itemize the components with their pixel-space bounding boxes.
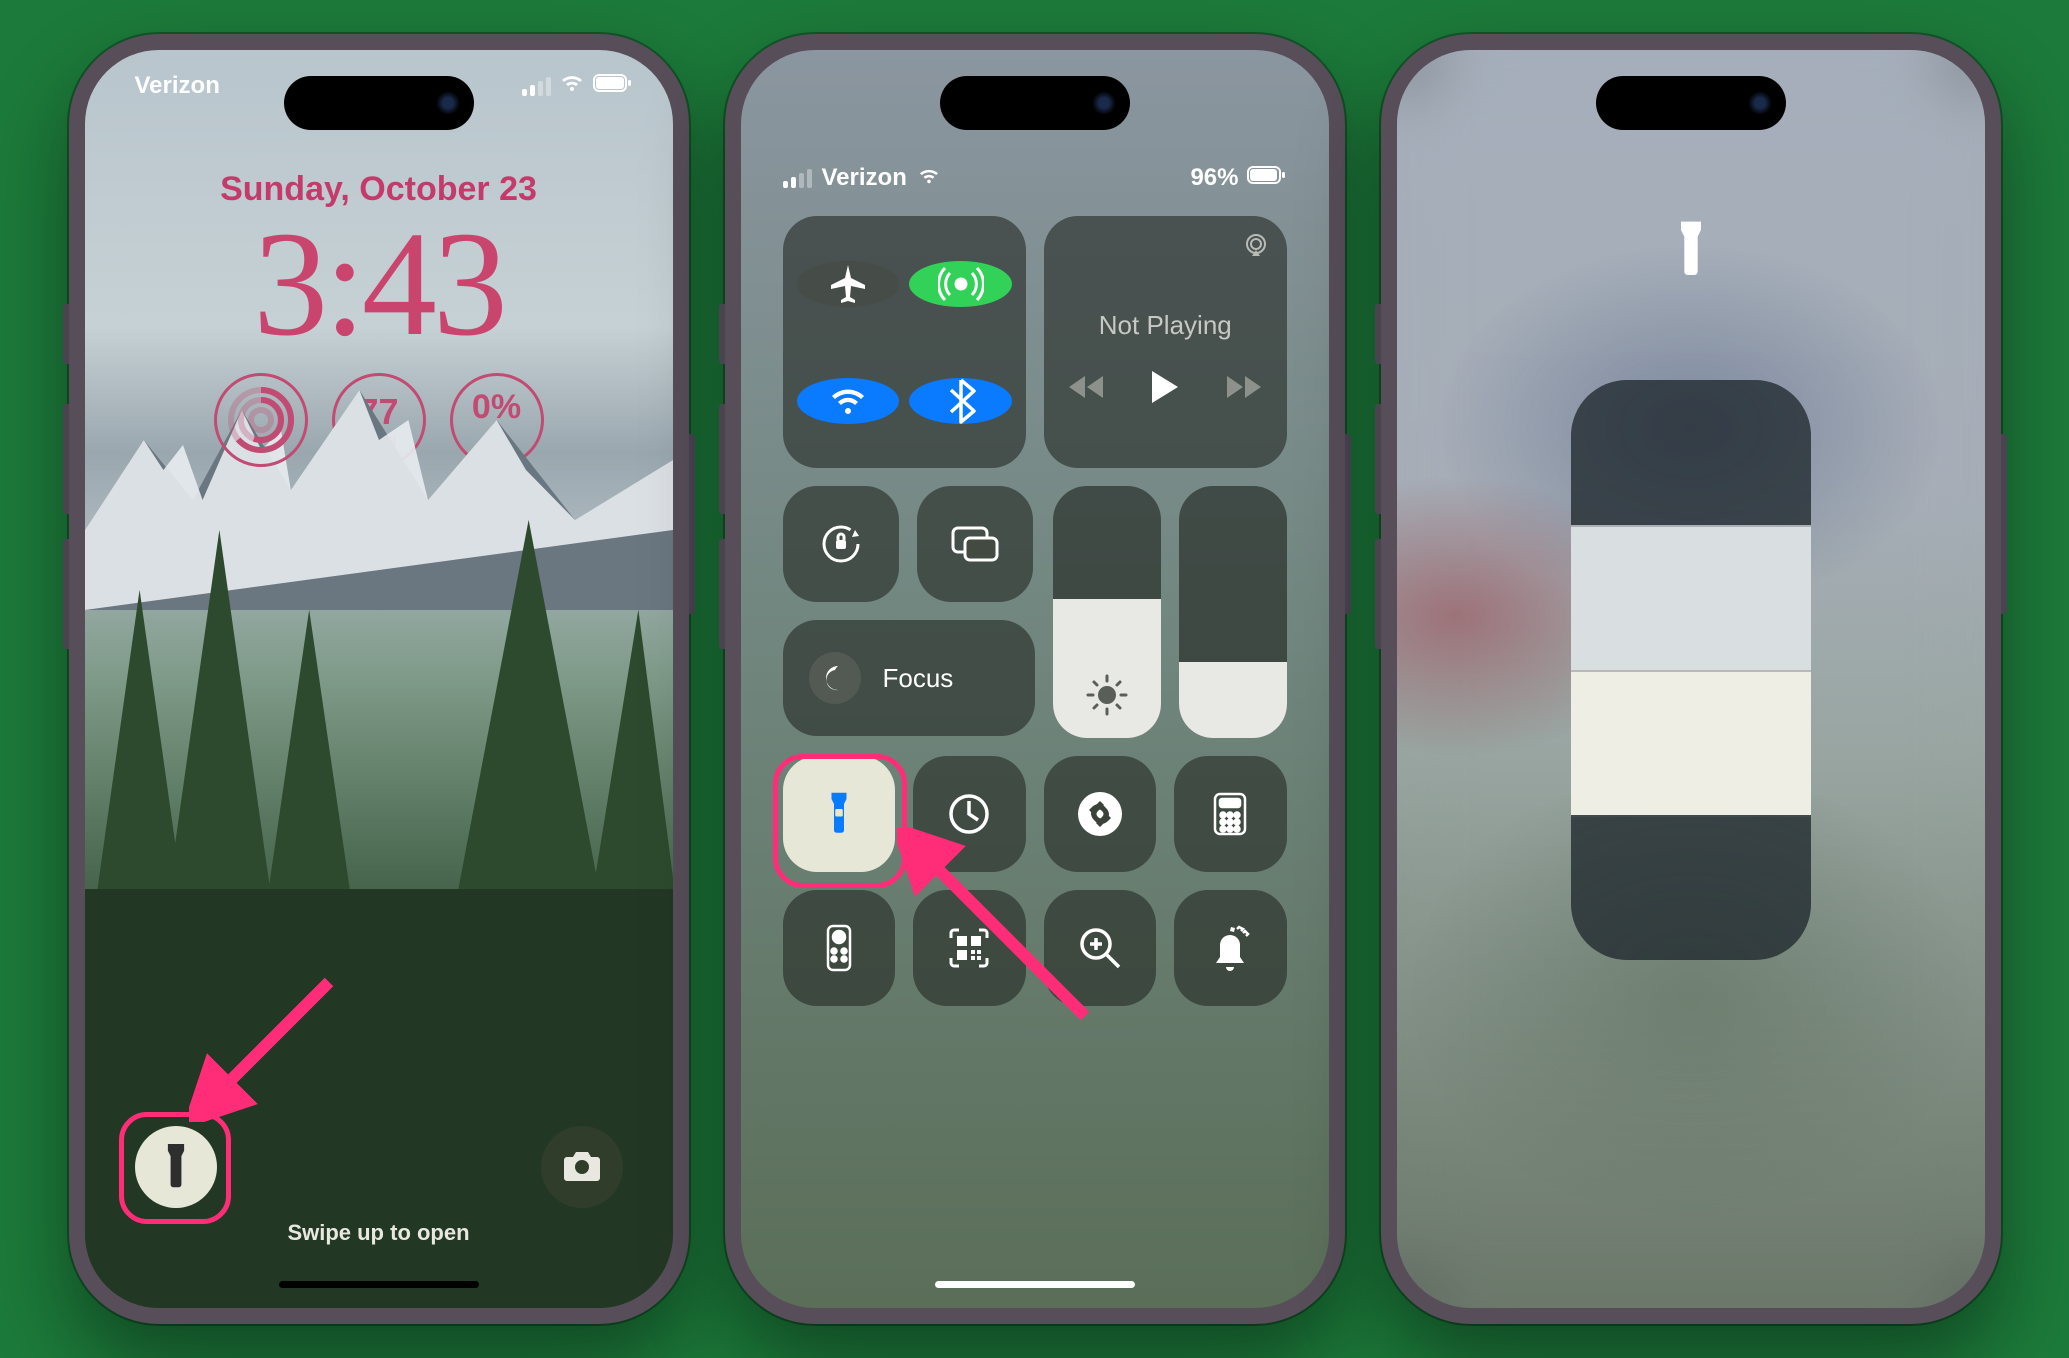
focus-moon-icon [809,652,861,704]
home-indicator[interactable] [279,1281,479,1288]
brightness-slider[interactable] [1053,486,1161,738]
forward-button[interactable] [1225,374,1263,405]
swipe-up-hint: Swipe up to open [85,1220,673,1246]
screen-mirroring-button[interactable] [917,486,1033,602]
audio-module[interactable]: Not Playing [1044,216,1286,468]
bluetooth-button[interactable] [909,378,1012,424]
airplay-icon[interactable] [1243,232,1269,263]
qr-scanner-button[interactable] [913,890,1026,1006]
focus-label: Focus [883,663,954,694]
lock-screen: Verizon [85,50,673,1308]
dynamic-island [1596,76,1786,130]
play-button[interactable] [1149,369,1181,410]
brightness-icon [1053,674,1161,716]
focus-button[interactable]: Focus [783,620,1035,736]
cc-status-bar: Verizon 96% [741,164,1329,192]
phone-3 [1381,34,2001,1324]
activity-rings-widget[interactable] [214,373,308,467]
rewind-button[interactable] [1067,374,1105,405]
connectivity-module [783,216,1027,468]
volume-icon [1179,678,1287,716]
lockscreen-flashlight-button[interactable] [135,1126,217,1208]
volume-slider[interactable] [1179,486,1287,738]
magnifier-button[interactable] [1044,890,1157,1006]
phone-2: Verizon 96% Not Playing [725,34,1345,1324]
flashlight-level-2[interactable] [1571,670,1811,815]
rotation-lock-button[interactable] [783,486,899,602]
shazam-button[interactable] [1044,756,1157,872]
cellular-data-button[interactable] [909,261,1012,307]
battery-icon [1247,164,1287,192]
dynamic-island [284,76,474,130]
flashlight-level-4[interactable] [1571,380,1811,525]
flashlight-level-slider[interactable] [1571,380,1811,960]
timer-button[interactable] [913,756,1026,872]
dynamic-island [940,76,1130,130]
flashlight-level-1[interactable] [1571,815,1811,960]
carrier-label: Verizon [822,164,907,192]
flashlight-button[interactable] [783,756,896,872]
control-center: Verizon 96% Not Playing [741,50,1329,1308]
wifi-button[interactable] [797,378,900,424]
alarm-button[interactable] [1174,890,1287,1006]
now-playing-label: Not Playing [1099,310,1232,341]
airplane-mode-button[interactable] [797,261,900,307]
lockscreen-time: 3:43 [85,209,673,359]
phone-1: Verizon [69,34,689,1324]
battery-icon [593,72,633,100]
wifi-icon [917,164,941,192]
apple-tv-remote-button[interactable] [783,890,896,1006]
flashlight-icon [1671,220,1711,285]
flashlight-brightness-screen [1397,50,1985,1308]
calculator-button[interactable] [1174,756,1287,872]
lockscreen-camera-button[interactable] [541,1126,623,1208]
carrier-label: Verizon [135,72,220,100]
home-indicator[interactable] [935,1281,1135,1288]
battery-percent-label: 96% [1190,164,1238,192]
signal-icon [522,77,551,96]
wifi-icon [559,72,585,100]
flashlight-level-3[interactable] [1571,525,1811,670]
signal-icon [783,169,812,188]
